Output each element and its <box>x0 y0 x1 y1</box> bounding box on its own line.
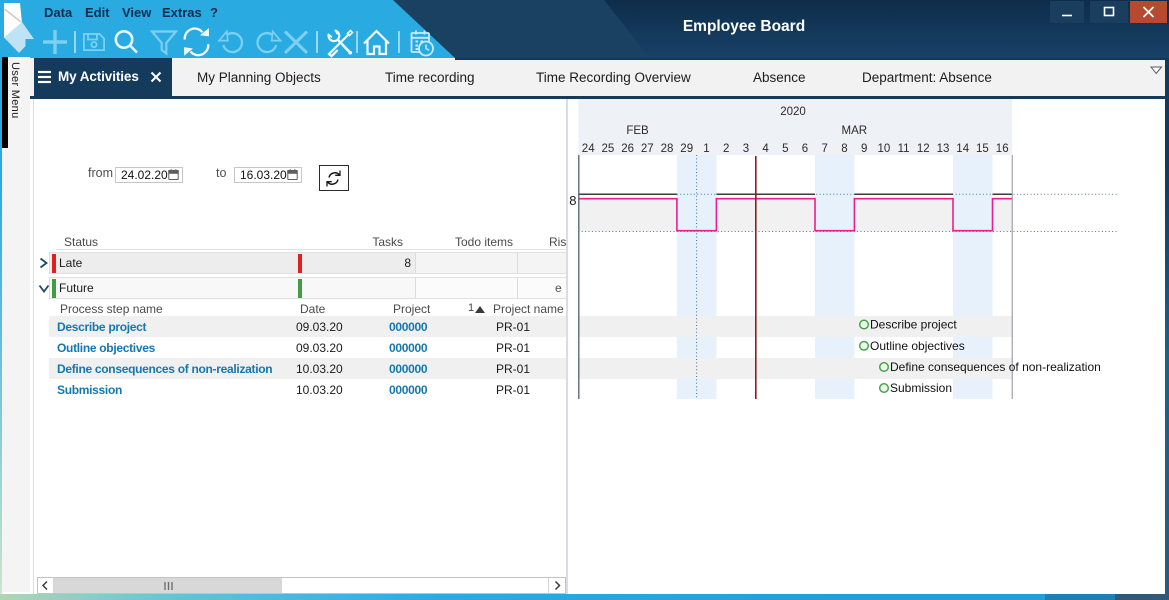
svg-text:24: 24 <box>582 143 595 155</box>
svg-text:13: 13 <box>937 143 950 155</box>
svg-text:3: 3 <box>743 143 749 155</box>
svg-text:FEB: FEB <box>626 125 649 137</box>
svg-text:2: 2 <box>723 143 729 155</box>
svg-text:8: 8 <box>841 143 847 155</box>
svg-text:28: 28 <box>661 143 674 155</box>
svg-text:8: 8 <box>569 193 576 208</box>
svg-text:7: 7 <box>821 143 827 155</box>
svg-text:Define consequences of non-rea: Define consequences of non-realization <box>890 360 1101 374</box>
svg-text:Submission: Submission <box>890 381 952 395</box>
svg-text:Outline objectives: Outline objectives <box>870 339 965 353</box>
svg-text:15: 15 <box>976 143 989 155</box>
svg-text:MAR: MAR <box>842 125 868 137</box>
svg-text:10: 10 <box>878 143 891 155</box>
svg-text:5: 5 <box>782 143 788 155</box>
svg-text:6: 6 <box>802 143 808 155</box>
svg-text:12: 12 <box>917 143 930 155</box>
svg-text:Describe project: Describe project <box>870 318 957 332</box>
svg-text:11: 11 <box>898 143 910 155</box>
svg-text:29: 29 <box>680 143 693 155</box>
svg-text:25: 25 <box>602 143 615 155</box>
svg-text:4: 4 <box>762 143 769 155</box>
svg-text:14: 14 <box>956 143 969 155</box>
svg-text:16: 16 <box>996 143 1009 155</box>
svg-text:2020: 2020 <box>780 106 806 118</box>
svg-text:1: 1 <box>703 143 709 155</box>
svg-text:9: 9 <box>861 143 867 155</box>
svg-text:27: 27 <box>641 143 654 155</box>
svg-text:26: 26 <box>621 143 634 155</box>
